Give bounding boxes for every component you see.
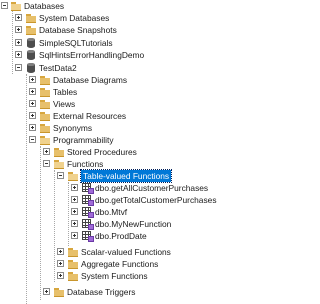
- tree-node-mtvf[interactable]: dbo.Mtvf: [0, 206, 281, 218]
- tree-node-system-databases[interactable]: System Databases: [0, 12, 281, 24]
- database-icon: [25, 63, 37, 73]
- tree-node-views[interactable]: Views: [0, 98, 281, 110]
- table-valued-function-icon: [81, 231, 94, 242]
- table-valued-function-icon: [81, 207, 94, 218]
- folder-open-icon: [53, 159, 65, 169]
- tree-node-label-selected[interactable]: Table-valued Functions: [79, 169, 173, 183]
- tree-node-databases[interactable]: Databases: [0, 0, 281, 12]
- tree-node-label[interactable]: dbo.MyNewFunction: [95, 218, 171, 230]
- tree-node-functions[interactable]: Functions: [0, 158, 281, 170]
- tree-node-table-valued-functions[interactable]: Table-valued Functions: [0, 169, 281, 183]
- expand-toggle-icon[interactable]: [29, 76, 36, 83]
- folder-icon: [25, 25, 37, 35]
- tree-node-label[interactable]: dbo.getAllCustomerPurchases: [95, 182, 208, 194]
- tree-node-programmability[interactable]: Programmability: [0, 134, 281, 146]
- folder-icon: [53, 287, 65, 297]
- tree-node-stored-procedures[interactable]: Stored Procedures: [0, 146, 281, 158]
- tree-node-label[interactable]: Databases: [24, 0, 64, 12]
- tree-node-aggregate-functions[interactable]: Aggregate Functions: [0, 258, 281, 270]
- tree-node-external-resources[interactable]: External Resources: [0, 110, 281, 122]
- object-explorer-tree: Databases System Databases Database Snap…: [0, 0, 281, 304]
- tree-node-label[interactable]: SimpleSQLTutorials: [39, 37, 113, 49]
- folder-icon: [67, 247, 79, 257]
- expand-toggle-icon[interactable]: [29, 112, 36, 119]
- tree-node-label[interactable]: Scalar-valued Functions: [81, 246, 171, 258]
- tree-node-database-snapshots[interactable]: Database Snapshots: [0, 24, 281, 36]
- database-icon: [25, 50, 37, 60]
- tree-node-label[interactable]: System Functions: [81, 270, 148, 282]
- tree-node-simplesqltutorials[interactable]: SimpleSQLTutorials: [0, 37, 281, 49]
- collapse-toggle-icon[interactable]: [43, 160, 50, 167]
- tree-node-label[interactable]: Database Snapshots: [39, 24, 117, 36]
- folder-open-icon: [10, 1, 22, 11]
- expand-toggle-icon[interactable]: [71, 232, 78, 239]
- table-valued-function-icon: [81, 195, 94, 206]
- tree-node-label[interactable]: Synonyms: [53, 122, 92, 134]
- folder-icon: [25, 13, 37, 23]
- expand-toggle-icon[interactable]: [57, 260, 64, 267]
- folder-icon: [53, 147, 65, 157]
- expand-toggle-icon[interactable]: [43, 288, 50, 295]
- folder-icon: [39, 111, 51, 121]
- tree-node-label[interactable]: TestData2: [39, 62, 77, 74]
- collapse-toggle-icon[interactable]: [1, 2, 8, 9]
- tree-node-label[interactable]: Database Triggers: [67, 286, 135, 298]
- table-valued-function-icon: [81, 183, 94, 194]
- expand-toggle-icon[interactable]: [57, 248, 64, 255]
- folder-icon: [39, 87, 51, 97]
- tree-node-label[interactable]: dbo.Mtvf: [95, 206, 127, 218]
- expand-toggle-icon[interactable]: [43, 148, 50, 155]
- folder-icon: [67, 259, 79, 269]
- tree-node-label[interactable]: Programmability: [53, 134, 114, 146]
- tree-node-sqlhintserrorhandlingdemo[interactable]: SqlHintsErrorHandlingDemo: [0, 49, 281, 61]
- expand-toggle-icon[interactable]: [15, 51, 22, 58]
- database-icon: [25, 38, 37, 48]
- folder-icon: [39, 99, 51, 109]
- tree-node-database-diagrams[interactable]: Database Diagrams: [0, 74, 281, 86]
- collapse-toggle-icon[interactable]: [57, 172, 64, 179]
- tree-node-database-triggers[interactable]: Database Triggers: [0, 286, 281, 298]
- expand-toggle-icon[interactable]: [15, 14, 22, 21]
- table-valued-function-icon: [81, 219, 94, 230]
- tree-node-label[interactable]: dbo.getTotalCustomerPurchases: [95, 194, 217, 206]
- tree-node-proddate[interactable]: dbo.ProdDate: [0, 230, 281, 242]
- tree-node-getallcustomerpurchases[interactable]: dbo.getAllCustomerPurchases: [0, 182, 281, 194]
- tree-node-scalar-valued-functions[interactable]: Scalar-valued Functions: [0, 246, 281, 258]
- expand-toggle-icon[interactable]: [71, 220, 78, 227]
- folder-icon: [39, 75, 51, 85]
- folder-open-icon: [39, 135, 51, 145]
- tree-node-label[interactable]: Stored Procedures: [67, 146, 137, 158]
- tree-node-label[interactable]: Aggregate Functions: [81, 258, 158, 270]
- tree-node-label[interactable]: System Databases: [39, 12, 109, 24]
- collapse-toggle-icon[interactable]: [15, 64, 22, 71]
- tree-node-testdata2[interactable]: TestData2: [0, 62, 281, 74]
- tree-node-gettotalcustomerpurchases[interactable]: dbo.getTotalCustomerPurchases: [0, 194, 281, 206]
- tree-node-label[interactable]: SqlHintsErrorHandlingDemo: [39, 49, 144, 61]
- tree-node-label[interactable]: Functions: [67, 158, 103, 170]
- expand-toggle-icon[interactable]: [29, 124, 36, 131]
- expand-toggle-icon[interactable]: [15, 39, 22, 46]
- tree-node-synonyms[interactable]: Synonyms: [0, 122, 281, 134]
- tree-node-label[interactable]: dbo.ProdDate: [95, 230, 147, 242]
- expand-toggle-icon[interactable]: [71, 196, 78, 203]
- expand-toggle-icon[interactable]: [57, 272, 64, 279]
- expand-toggle-icon[interactable]: [29, 88, 36, 95]
- tree-node-label[interactable]: Views: [53, 98, 75, 110]
- folder-icon: [67, 271, 79, 281]
- tree-node-label[interactable]: External Resources: [53, 110, 126, 122]
- expand-toggle-icon[interactable]: [71, 184, 78, 191]
- tree-node-label[interactable]: Tables: [53, 86, 77, 98]
- folder-icon: [39, 123, 51, 133]
- expand-toggle-icon[interactable]: [15, 26, 22, 33]
- expand-toggle-icon[interactable]: [71, 208, 78, 215]
- folder-open-icon: [67, 171, 79, 181]
- tree-node-tables[interactable]: Tables: [0, 86, 281, 98]
- tree-node-system-functions[interactable]: System Functions: [0, 270, 281, 282]
- expand-toggle-icon[interactable]: [29, 100, 36, 107]
- tree-node-mynewfunction[interactable]: dbo.MyNewFunction: [0, 218, 281, 230]
- collapse-toggle-icon[interactable]: [29, 136, 36, 143]
- tree-node-label[interactable]: Database Diagrams: [53, 74, 127, 86]
